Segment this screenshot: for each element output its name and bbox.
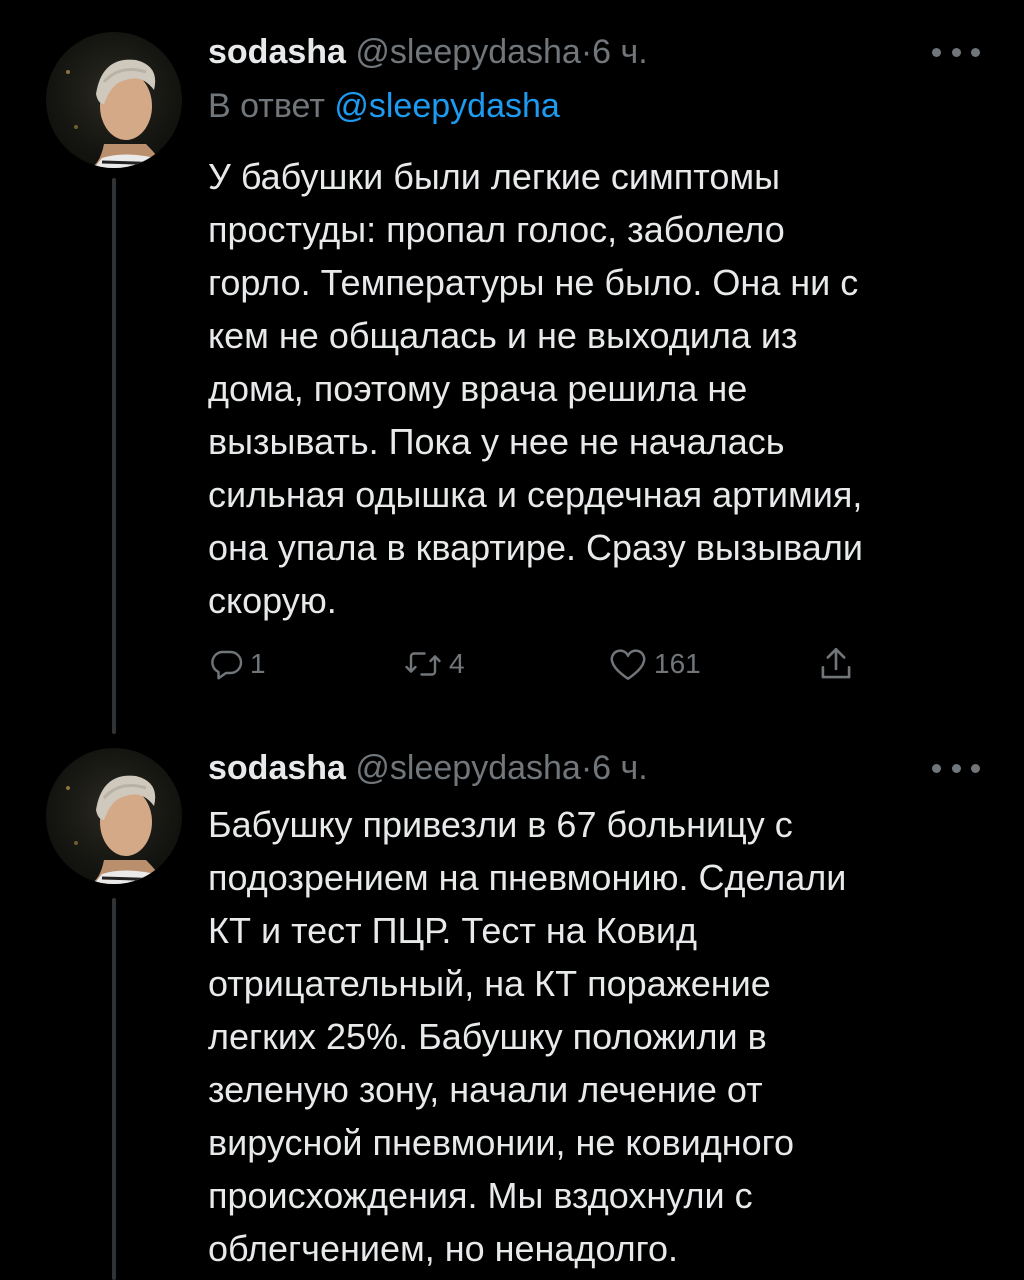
- more-icon[interactable]: [932, 42, 980, 62]
- reply-button[interactable]: 1: [208, 640, 266, 688]
- tweet[interactable]: sodasha @sleepydasha·6 ч. Бабушку привез…: [0, 748, 1024, 1280]
- author-handle[interactable]: @sleepydasha: [355, 33, 580, 71]
- tweet-actions: 1 4 161: [208, 640, 868, 688]
- thread-line: [112, 898, 116, 1280]
- reply-count: 1: [250, 648, 266, 679]
- reply-icon: [208, 646, 244, 682]
- retweet-icon: [403, 646, 443, 682]
- share-icon: [818, 644, 854, 684]
- timestamp[interactable]: 6 ч.: [592, 749, 648, 787]
- reply-mention[interactable]: @sleepydasha: [334, 87, 559, 125]
- heart-icon: [608, 646, 648, 682]
- avatar[interactable]: [46, 32, 182, 168]
- tweet[interactable]: sodasha @sleepydasha·6 ч. В ответ @sleep…: [0, 0, 1024, 748]
- like-button[interactable]: 161: [608, 640, 701, 688]
- author-name[interactable]: sodasha: [208, 749, 346, 787]
- retweet-button[interactable]: 4: [403, 640, 465, 688]
- tweet-header: sodasha @sleepydasha·6 ч.: [208, 748, 648, 788]
- like-count: 161: [654, 648, 701, 679]
- author-handle[interactable]: @sleepydasha: [355, 749, 580, 787]
- tweet-header: sodasha @sleepydasha·6 ч.: [208, 32, 648, 72]
- more-icon[interactable]: [932, 758, 980, 778]
- tweet-text: У бабушки были легкие симптомы простуды:…: [208, 156, 863, 621]
- timestamp[interactable]: 6 ч.: [592, 33, 648, 71]
- avatar[interactable]: [46, 748, 182, 884]
- reply-prefix: В ответ: [208, 87, 325, 125]
- share-button[interactable]: [818, 640, 854, 688]
- retweet-count: 4: [449, 648, 465, 679]
- separator: ·: [580, 749, 593, 787]
- separator: ·: [580, 33, 593, 71]
- tweet-text: Бабушку привезли в 67 больницу с подозре…: [208, 804, 847, 1269]
- author-name[interactable]: sodasha: [208, 33, 346, 71]
- reply-context: В ответ @sleepydasha: [208, 86, 560, 126]
- thread-line: [112, 178, 116, 734]
